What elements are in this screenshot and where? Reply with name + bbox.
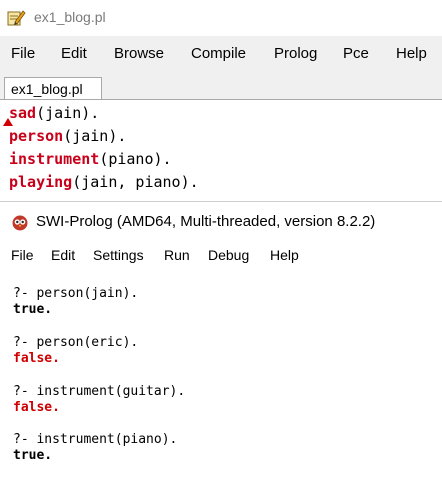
query-line: ?- person(eric). <box>13 335 139 350</box>
editor-title-bar: ex1_blog.pl <box>0 0 442 35</box>
query-line: ?- person(jain). <box>13 286 139 301</box>
console-title-bar: SWI-Prolog (AMD64, Multi-threaded, versi… <box>0 202 442 240</box>
console-menu-file[interactable]: File <box>11 247 34 263</box>
editor-menu-edit[interactable]: Edit <box>61 45 87 62</box>
query-line: ?- instrument(guitar). <box>13 384 186 399</box>
predicate-args: (jain, piano). <box>72 173 199 191</box>
editor-menu-browse[interactable]: Browse <box>114 45 164 62</box>
answer-true: true. <box>13 302 53 317</box>
prolog-console-window: SWI-Prolog (AMD64, Multi-threaded, versi… <box>0 201 442 478</box>
editor-menu-compile[interactable]: Compile <box>191 45 246 62</box>
predicate-name: instrument <box>9 150 100 168</box>
code-line: playing(jain, piano). <box>9 173 199 191</box>
editor-tab-strip: ex1_blog.pl <box>0 72 442 100</box>
editor-menubar: File Edit Browse Compile Prolog Pce Help <box>0 36 442 72</box>
console-menu-run[interactable]: Run <box>164 247 190 263</box>
console-menu-settings[interactable]: Settings <box>93 247 144 263</box>
editor-menu-file[interactable]: File <box>11 45 35 62</box>
answer-false: false. <box>13 400 60 415</box>
editor-window-title: ex1_blog.pl <box>34 9 106 25</box>
predicate-args: (jain). <box>63 127 127 145</box>
pencil-notepad-icon <box>7 10 26 26</box>
console-output-area[interactable]: ?- person(jain). true. ?- person(eric). … <box>0 272 442 478</box>
predicate-name: person <box>9 127 64 145</box>
answer-true: true. <box>13 448 53 463</box>
code-line: sad(jain). <box>9 104 99 122</box>
predicate-args: (piano). <box>99 150 172 168</box>
console-menu-edit[interactable]: Edit <box>51 247 75 263</box>
code-line: instrument(piano). <box>9 150 172 168</box>
console-menu-help[interactable]: Help <box>270 247 299 263</box>
code-line: person(jain). <box>9 127 126 145</box>
console-menu-debug[interactable]: Debug <box>208 247 249 263</box>
console-window-title: SWI-Prolog (AMD64, Multi-threaded, versi… <box>36 213 376 230</box>
console-menubar: File Edit Settings Run Debug Help <box>0 242 442 270</box>
predicate-args: (jain). <box>36 104 100 122</box>
swi-prolog-owl-icon <box>12 215 28 231</box>
query-line: ?- instrument(piano). <box>13 432 178 447</box>
answer-false: false. <box>13 351 60 366</box>
editor-text-area[interactable]: sad(jain). person(jain). instrument(pian… <box>0 100 442 201</box>
tab-ex1-blog[interactable]: ex1_blog.pl <box>4 77 102 99</box>
editor-menu-prolog[interactable]: Prolog <box>274 45 317 62</box>
editor-menu-help[interactable]: Help <box>396 45 427 62</box>
predicate-name: sad <box>9 104 37 122</box>
predicate-name: playing <box>9 173 73 191</box>
editor-menu-pce[interactable]: Pce <box>343 45 369 62</box>
